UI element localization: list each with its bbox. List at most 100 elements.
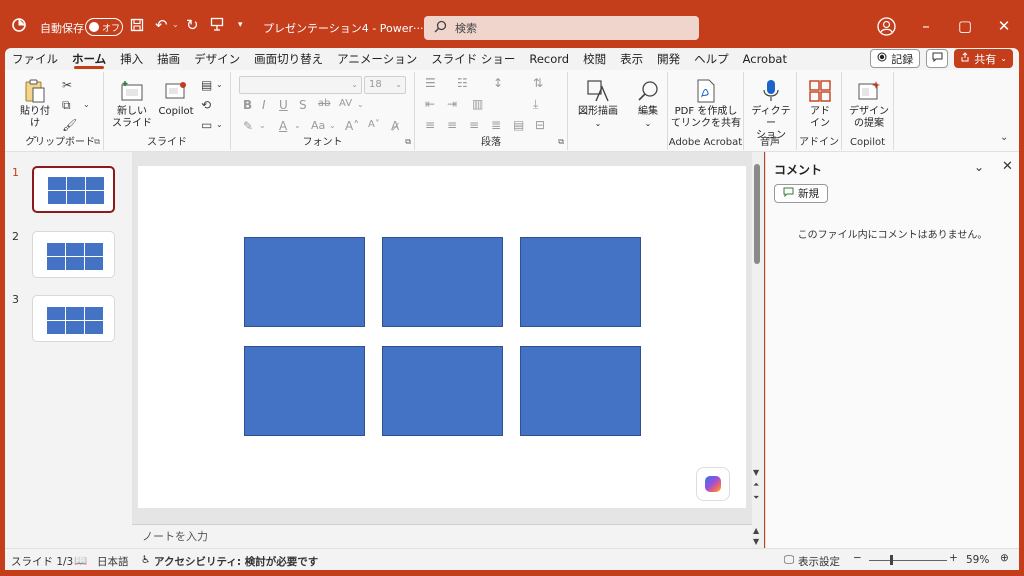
font-family-combo[interactable]: ⌄ (239, 76, 362, 94)
font-color-dropdown-icon[interactable]: ⌄ (294, 121, 301, 130)
justify-icon[interactable]: ≣ (491, 118, 501, 132)
grow-font-icon[interactable]: A˄ (345, 119, 359, 133)
language-indicator[interactable]: 日本語 (97, 554, 129, 569)
display-settings-button[interactable]: 表示設定 (798, 554, 840, 569)
tab-review[interactable]: 校閲 (576, 48, 613, 70)
autosave-toggle[interactable]: オフ (85, 18, 123, 36)
tab-acrobat[interactable]: Acrobat (736, 48, 794, 70)
copy-icon[interactable]: ⧉ (62, 98, 71, 113)
ribbon-collapse-icon[interactable]: ⌄ (1000, 132, 1008, 143)
italic-icon[interactable]: I (262, 98, 266, 112)
rectangle-shape[interactable] (382, 346, 503, 436)
strikethrough-icon[interactable]: ab (318, 98, 330, 109)
font-size-combo[interactable]: 18 ⌄ (364, 76, 406, 94)
sort-icon[interactable]: ⇅ (533, 76, 543, 90)
scrollbar-thumb[interactable] (754, 164, 760, 264)
tab-help[interactable]: ヘルプ (687, 48, 736, 70)
tab-slideshow[interactable]: スライド ショー (424, 48, 522, 70)
align-center-icon[interactable]: ≡ (447, 118, 457, 132)
format-painter-icon[interactable]: 🖌 (62, 118, 77, 132)
previous-slide-icon[interactable]: ⏶ (753, 480, 759, 490)
accessibility-icon[interactable]: ♿ (141, 554, 150, 566)
cut-icon[interactable]: ✂ (62, 78, 72, 92)
char-spacing-dropdown-icon[interactable]: ⌄ (357, 100, 364, 109)
zoom-out-icon[interactable]: − (853, 552, 862, 564)
bullets-icon[interactable]: ☰ (425, 76, 436, 90)
font-launcher-icon[interactable]: ⧉ (405, 137, 411, 147)
tab-animations[interactable]: アニメーション (330, 48, 424, 70)
designer-button[interactable]: デザイン の提案 (846, 78, 892, 130)
slide-thumbnail-2[interactable] (32, 231, 115, 278)
minimize-icon[interactable]: – (911, 14, 941, 38)
distributed-icon[interactable]: ▤ (513, 118, 524, 132)
slide-canvas[interactable] (138, 166, 746, 508)
change-case-icon[interactable]: Aa (311, 119, 325, 132)
clipboard-launcher-icon[interactable]: ⧉ (94, 137, 100, 147)
close-icon[interactable]: ✕ (1002, 159, 1013, 174)
notes-input[interactable]: ノートを入力 (132, 524, 752, 548)
undo-icon[interactable]: ↶ (155, 16, 168, 34)
next-slide-icon[interactable]: ⏷ (753, 493, 759, 503)
copy-dropdown-icon[interactable]: ⌄ (83, 100, 90, 109)
create-pdf-button[interactable]: PDF を作成し てリンクを共有 (670, 78, 742, 130)
slide-thumbnail-3[interactable] (32, 295, 115, 342)
display-settings-icon[interactable]: 🖵 (784, 554, 794, 567)
notes-scroll-down-icon[interactable]: ▼ (753, 537, 759, 546)
vertical-scrollbar[interactable]: ▼ ⏶ ⏷ ▲ ▼ (752, 152, 764, 548)
search-box[interactable]: 検索 (424, 16, 699, 40)
char-spacing-icon[interactable]: AV (339, 98, 352, 109)
increase-indent-icon[interactable]: ⇥ (447, 97, 457, 111)
rectangle-shape[interactable] (520, 237, 641, 327)
tab-record[interactable]: Record (522, 48, 576, 70)
rectangle-shape[interactable] (244, 346, 365, 436)
columns-icon[interactable]: ▥ (472, 97, 483, 111)
tab-transitions[interactable]: 画面切り替え (247, 48, 330, 70)
tab-draw[interactable]: 描画 (150, 48, 187, 70)
layout-dropdown-icon[interactable]: ⌄ (216, 80, 223, 89)
line-spacing-icon[interactable]: ↕ (493, 76, 503, 90)
tab-view[interactable]: 表示 (613, 48, 650, 70)
numbering-icon[interactable]: ☷ (457, 76, 468, 90)
zoom-in-icon[interactable]: + (949, 552, 958, 564)
tab-home[interactable]: ホーム (65, 48, 113, 70)
zoom-slider[interactable] (869, 560, 947, 561)
copilot-button[interactable]: Copilot (156, 78, 196, 118)
fit-slide-icon[interactable]: ⊕ (1000, 552, 1009, 564)
section-icon[interactable]: ▭ (201, 118, 212, 132)
comments-button[interactable] (926, 49, 949, 68)
underline-icon[interactable]: U (279, 98, 288, 112)
edit-button[interactable]: 編集 ⌄ (630, 78, 666, 130)
save-icon[interactable] (130, 18, 144, 32)
share-button[interactable]: 共有 ⌄ (954, 49, 1013, 68)
addins-button[interactable]: アド イン (801, 78, 839, 130)
reset-icon[interactable]: ⟲ (201, 98, 211, 112)
align-right-icon[interactable]: ≡ (469, 118, 479, 132)
tab-developer[interactable]: 開発 (650, 48, 687, 70)
redo-icon[interactable]: ↻ (186, 16, 199, 34)
chevron-down-icon[interactable]: ⌄ (974, 160, 984, 174)
tab-file[interactable]: ファイル (5, 48, 65, 70)
slide-thumbnail-1[interactable] (32, 166, 115, 213)
align-left-icon[interactable]: ≡ (425, 118, 435, 132)
undo-dropdown-icon[interactable]: ⌄ (172, 20, 179, 29)
align-text-icon[interactable]: ⊟ (535, 118, 545, 132)
zoom-slider-thumb[interactable] (890, 555, 893, 565)
paragraph-launcher-icon[interactable]: ⧉ (558, 137, 564, 147)
copilot-floating-button[interactable] (696, 467, 730, 501)
account-avatar-icon[interactable] (877, 17, 896, 36)
shrink-font-icon[interactable]: A˅ (368, 119, 380, 130)
text-direction-icon[interactable]: ⤓ (533, 97, 538, 112)
tab-insert[interactable]: 挿入 (113, 48, 150, 70)
present-icon[interactable] (210, 17, 224, 31)
bold-icon[interactable]: B (243, 98, 252, 112)
customize-toolbar-icon[interactable]: ▾ (238, 20, 243, 30)
rectangle-shape[interactable] (520, 346, 641, 436)
layout-icon[interactable]: ▤ (201, 78, 212, 92)
highlight-dropdown-icon[interactable]: ⌄ (259, 121, 266, 130)
font-color-icon[interactable]: A (279, 119, 287, 133)
new-slide-button[interactable]: 新しい スライド (112, 78, 152, 130)
tab-design[interactable]: デザイン (187, 48, 247, 70)
clear-format-icon[interactable]: A̷ (391, 119, 399, 133)
decrease-indent-icon[interactable]: ⇤ (425, 97, 435, 111)
spelling-icon[interactable]: 📖 (74, 554, 87, 567)
